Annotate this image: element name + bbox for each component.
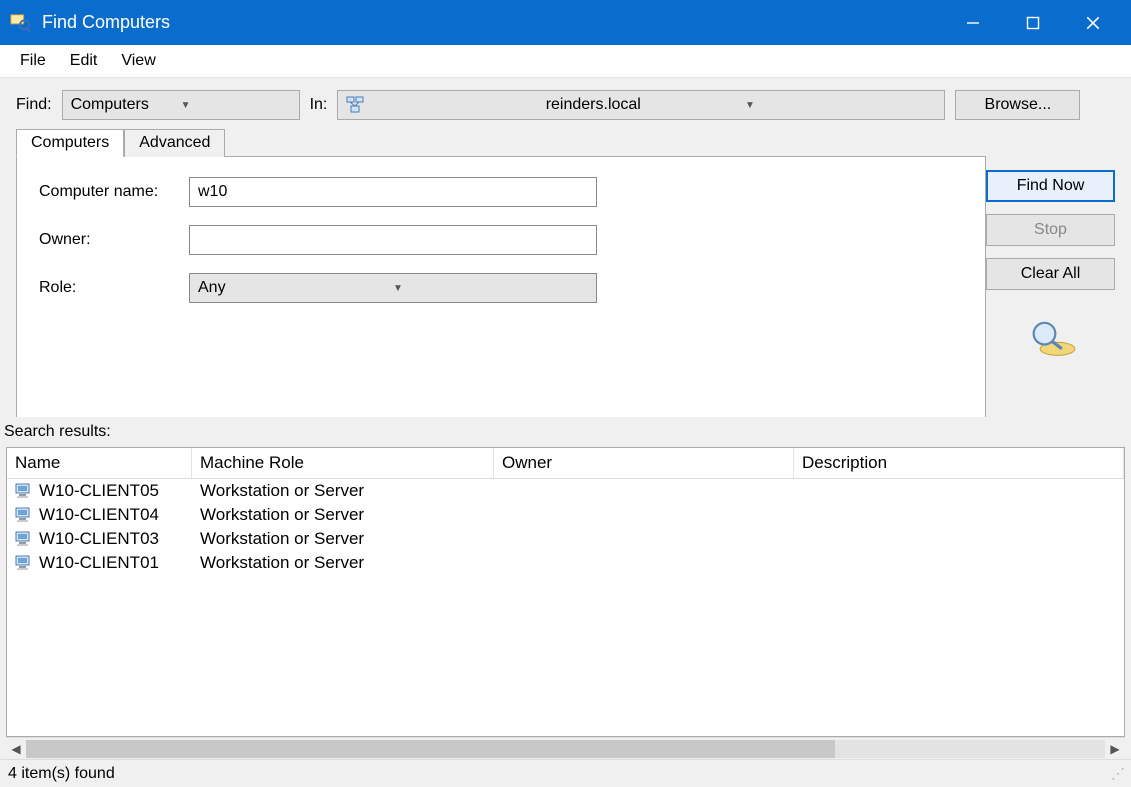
computer-icon bbox=[15, 530, 35, 548]
domain-icon bbox=[346, 96, 537, 114]
scroll-right-icon[interactable]: ▶ bbox=[1105, 739, 1125, 759]
tab-advanced[interactable]: Advanced bbox=[124, 129, 225, 157]
search-artwork-icon bbox=[1025, 316, 1077, 364]
chevron-down-icon: ▼ bbox=[393, 283, 588, 294]
menu-view[interactable]: View bbox=[109, 48, 167, 74]
computer-icon bbox=[15, 506, 35, 524]
col-header-description[interactable]: Description bbox=[794, 448, 1124, 478]
col-header-owner[interactable]: Owner bbox=[494, 448, 794, 478]
computer-icon bbox=[15, 482, 35, 500]
title-bar: Find Computers bbox=[0, 0, 1131, 45]
menu-edit[interactable]: Edit bbox=[58, 48, 110, 74]
cell-name: W10-CLIENT04 bbox=[39, 505, 159, 524]
maximize-button[interactable] bbox=[1003, 0, 1063, 45]
tab-computers[interactable]: Computers bbox=[16, 129, 124, 157]
tab-strip: Computers Advanced bbox=[16, 129, 986, 157]
in-domain-value: reinders.local bbox=[546, 96, 737, 114]
scroll-track[interactable] bbox=[26, 740, 1105, 758]
find-type-value: Computers bbox=[71, 96, 181, 114]
chevron-down-icon: ▼ bbox=[745, 100, 936, 111]
find-label: Find: bbox=[16, 96, 52, 114]
minimize-button[interactable] bbox=[943, 0, 1003, 45]
cell-role: Workstation or Server bbox=[200, 481, 502, 501]
in-label: In: bbox=[310, 96, 328, 114]
computer-name-input[interactable] bbox=[189, 177, 597, 207]
scroll-thumb[interactable] bbox=[26, 740, 835, 758]
cell-role: Workstation or Server bbox=[200, 529, 502, 549]
table-row[interactable]: W10-CLIENT03 Workstation or Server bbox=[7, 527, 1124, 551]
cell-name: W10-CLIENT01 bbox=[39, 553, 159, 572]
owner-input[interactable] bbox=[189, 225, 597, 255]
find-now-button[interactable]: Find Now bbox=[986, 170, 1115, 202]
resize-grip-icon[interactable]: ⋰ bbox=[1111, 765, 1123, 782]
owner-label: Owner: bbox=[39, 231, 189, 249]
browse-button[interactable]: Browse... bbox=[955, 90, 1080, 120]
cell-role: Workstation or Server bbox=[200, 505, 502, 525]
scroll-left-icon[interactable]: ◀ bbox=[6, 739, 26, 759]
computer-name-label: Computer name: bbox=[39, 183, 189, 201]
menu-bar: File Edit View bbox=[0, 45, 1131, 78]
role-value: Any bbox=[198, 279, 393, 297]
window-title: Find Computers bbox=[42, 12, 943, 33]
col-header-name[interactable]: Name bbox=[7, 448, 192, 478]
cell-role: Workstation or Server bbox=[200, 553, 502, 573]
app-icon bbox=[8, 11, 32, 35]
clear-all-button[interactable]: Clear All bbox=[986, 258, 1115, 290]
status-bar: 4 item(s) found ⋰ bbox=[0, 759, 1131, 787]
tab-content: Computer name: Owner: Role: Any ▼ bbox=[16, 156, 986, 417]
table-row[interactable]: W10-CLIENT04 Workstation or Server bbox=[7, 503, 1124, 527]
search-results-label: Search results: bbox=[0, 417, 1131, 447]
table-row[interactable]: W10-CLIENT01 Workstation or Server bbox=[7, 551, 1124, 575]
find-type-dropdown[interactable]: Computers ▼ bbox=[62, 90, 300, 120]
close-button[interactable] bbox=[1063, 0, 1123, 45]
chevron-down-icon: ▼ bbox=[181, 100, 291, 111]
role-dropdown[interactable]: Any ▼ bbox=[189, 273, 597, 303]
grid-header: Name Machine Role Owner Description bbox=[7, 448, 1124, 479]
cell-name: W10-CLIENT03 bbox=[39, 529, 159, 548]
results-grid: Name Machine Role Owner Description W10-… bbox=[6, 447, 1125, 738]
computer-icon bbox=[15, 554, 35, 572]
in-domain-dropdown[interactable]: reinders.local ▼ bbox=[337, 90, 945, 120]
col-header-role[interactable]: Machine Role bbox=[192, 448, 494, 478]
menu-file[interactable]: File bbox=[8, 48, 58, 74]
cell-name: W10-CLIENT05 bbox=[39, 481, 159, 500]
status-text: 4 item(s) found bbox=[8, 765, 115, 783]
role-label: Role: bbox=[39, 279, 189, 297]
stop-button[interactable]: Stop bbox=[986, 214, 1115, 246]
grid-body[interactable]: W10-CLIENT05 Workstation or Server W10-CL… bbox=[7, 479, 1124, 737]
table-row[interactable]: W10-CLIENT05 Workstation or Server bbox=[7, 479, 1124, 503]
horizontal-scrollbar[interactable]: ◀ ▶ bbox=[6, 737, 1125, 759]
action-buttons: Find Now Stop Clear All bbox=[986, 128, 1131, 417]
find-toolbar: Find: Computers ▼ In: reinders.local ▼ B… bbox=[0, 78, 1131, 128]
